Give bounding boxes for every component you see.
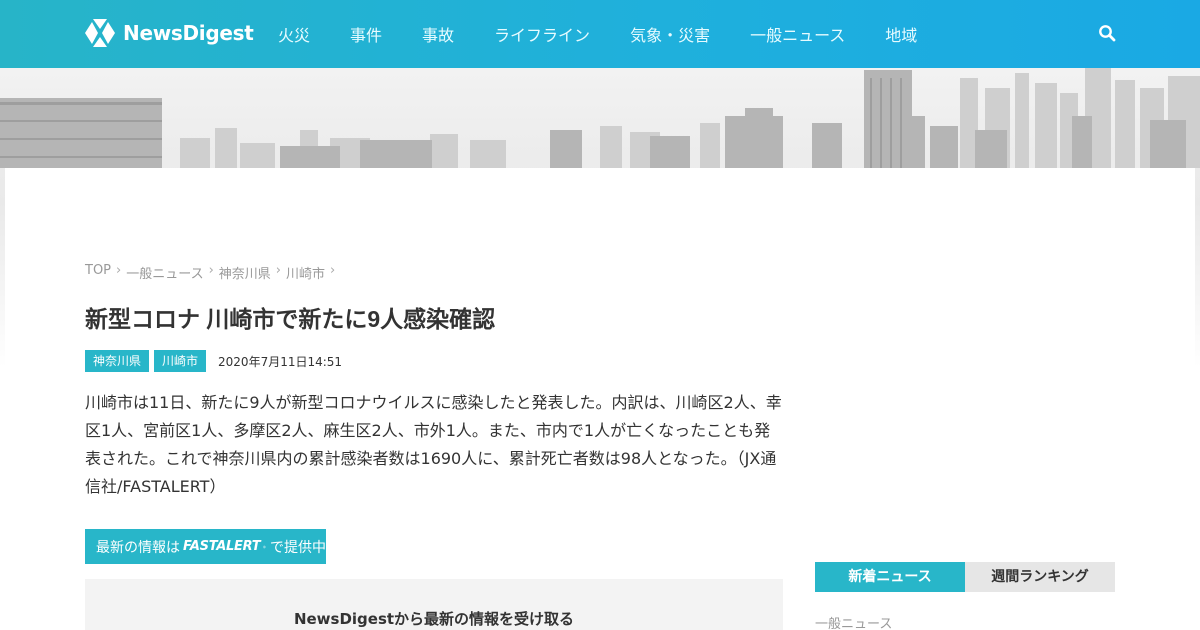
article-tags: 神奈川県 川崎市 2020年7月11日14:51 [85,350,342,372]
tag-kawasaki[interactable]: 川崎市 [154,350,207,372]
sidebar-tabs: 新着ニュース 週間ランキング [815,562,1115,592]
nav-item-weather[interactable]: 気象・災害 [630,22,710,46]
site-logo[interactable]: NewsDigest [85,19,254,47]
fastalert-logo: FASTALERT [183,539,261,554]
article-body: 川崎市は11日、新たに9人が新型コロナウイルスに感染したと発表した。内訳は、川崎… [85,393,782,496]
tab-latest-news[interactable]: 新着ニュース [815,562,965,592]
subscribe-heading: NewsDigestから最新の情報を受け取る [293,610,575,628]
breadcrumb: TOP › 一般ニュース › 神奈川県 › 川崎市 › [85,263,340,282]
nav-item-region[interactable]: 地域 [885,22,917,46]
breadcrumb-separator-icon: › [330,263,336,278]
breadcrumb-separator-icon: › [208,263,214,278]
article-date: 2020年7月11日14:51 [218,354,343,369]
nav-item-accident[interactable]: 事故 [422,22,454,46]
nav-item-general-news[interactable]: 一般ニュース [750,22,845,46]
sidebar-category-label: 一般ニュース [815,617,893,630]
main-nav: 火災 事件 事故 ライフライン 気象・災害 一般ニュース 地域 [278,0,957,68]
breadcrumb-separator-icon: › [116,263,122,278]
tab-weekly-ranking[interactable]: 週間ランキング [965,562,1115,592]
fastalert-badge-icon [263,545,266,548]
provider-prefix: 最新の情報は [96,539,180,556]
subscribe-box: NewsDigestから最新の情報を受け取る [85,579,783,630]
nav-item-lifeline[interactable]: ライフライン [494,22,590,46]
site-header: NewsDigest 火災 事件 事故 ライフライン 気象・災害 一般ニュース … [0,0,1200,68]
nav-item-fire[interactable]: 火災 [278,22,310,46]
article-title: 新型コロナ 川崎市で新たに9人感染確認 [85,306,496,332]
breadcrumb-separator-icon: › [275,263,281,278]
newsdigest-logo-icon [85,19,115,47]
breadcrumb-top[interactable]: TOP [85,263,111,282]
breadcrumb-kawasaki[interactable]: 川崎市 [286,263,325,282]
provider-suffix: で提供中 [270,539,326,556]
breadcrumb-kanagawa[interactable]: 神奈川県 [219,263,271,282]
tag-kanagawa[interactable]: 神奈川県 [85,350,150,372]
nav-item-incident[interactable]: 事件 [350,22,382,46]
search-icon[interactable] [1098,24,1116,42]
logo-text: NewsDigest [123,21,254,45]
fastalert-provider-button[interactable]: 最新の情報は FASTALERT で提供中 [85,529,326,564]
breadcrumb-general-news[interactable]: 一般ニュース [126,263,203,282]
